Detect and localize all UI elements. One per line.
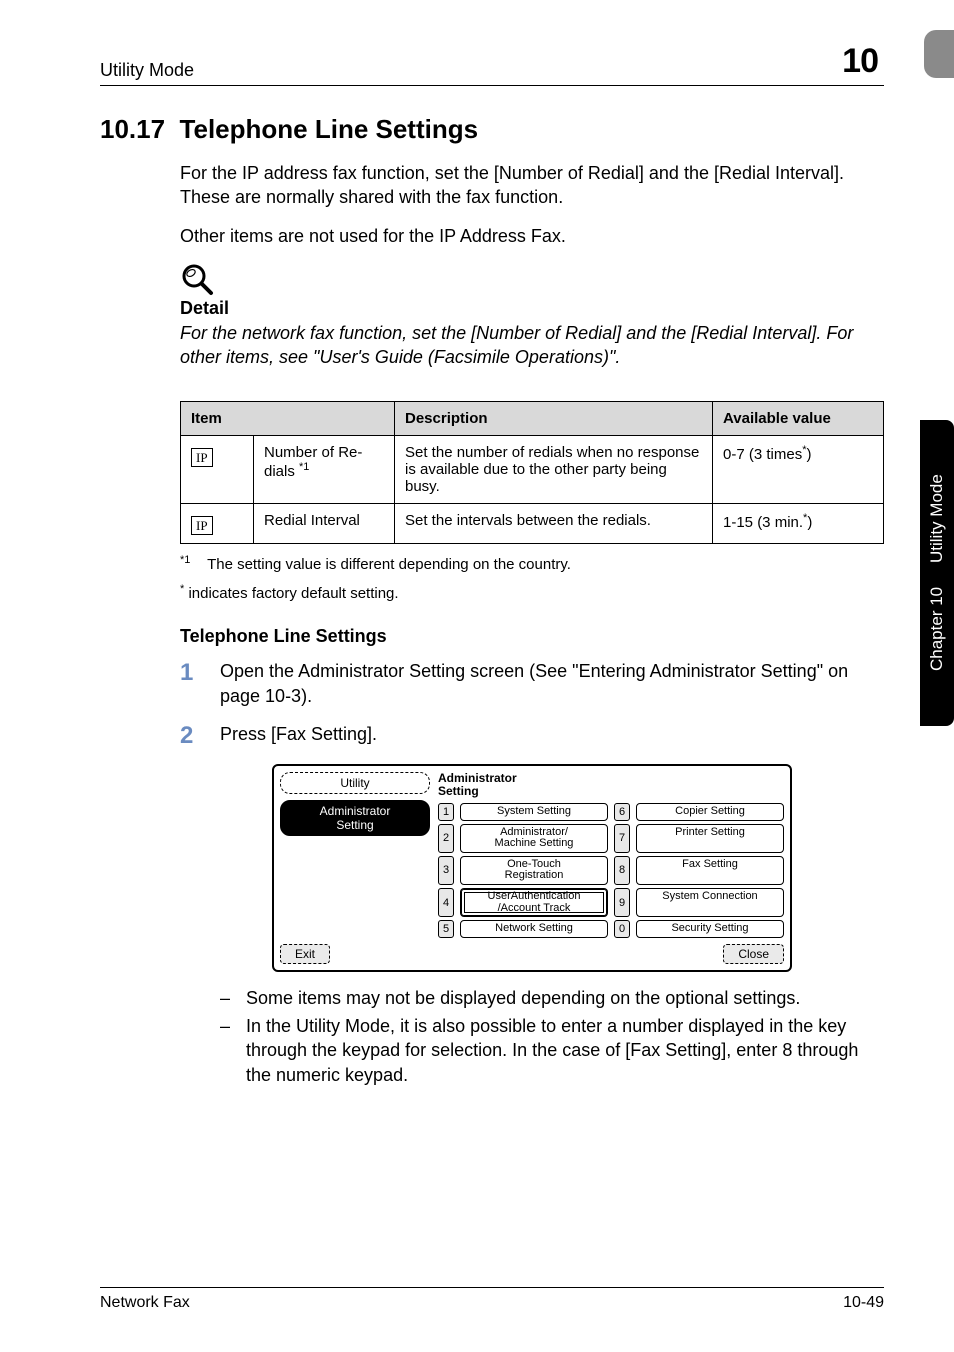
list-text: Some items may not be displayed dependin… [246,986,800,1010]
menu-num-6[interactable]: 6 [614,803,630,821]
copier-setting-button[interactable]: Copier Setting [636,803,784,821]
title-line2: Setting [438,784,479,798]
section-heading: 10.17 Telephone Line Settings [100,114,884,145]
menu-num-5[interactable]: 5 [438,920,454,938]
administrator-setting-tab[interactable]: Administrator Setting [280,800,430,836]
subheading: Telephone Line Settings [180,626,884,647]
fax-setting-button[interactable]: Fax Setting [636,856,784,885]
step-text: Press [Fax Setting]. [220,722,884,750]
close-button[interactable]: Close [723,944,784,964]
magnifier-icon [180,262,884,296]
printer-setting-button[interactable]: Printer Setting [636,824,784,853]
cell-available: 0-7 (3 times*) [713,436,884,504]
menu-num-7[interactable]: 7 [614,824,630,853]
table-row: IP Redial Interval Set the intervals bet… [181,504,884,544]
exit-button[interactable]: Exit [280,944,330,964]
menu-num-2[interactable]: 2 [438,824,454,853]
footnote-1: *1 The setting value is different depend… [180,554,884,573]
footnote-text: The setting value is different depending… [207,556,571,573]
section-body: For the IP address fax function, set the… [180,161,884,369]
ip-badge: IP [191,448,213,467]
admin-setting-screenshot: Utility Administrator Setting Administra… [272,764,792,972]
screenshot-footer: Exit Close [280,944,784,964]
menu-num-0[interactable]: 0 [614,920,630,938]
table-block: Item Description Available value IP Numb… [180,401,884,1086]
step-number: 1 [180,659,220,708]
footer-left: Network Fax [100,1294,190,1312]
cell-description: Set the intervals between the redials. [395,504,713,544]
step-1: 1 Open the Administrator Setting screen … [180,659,884,708]
step-text: Open the Administrator Setting screen (S… [220,659,884,708]
dash-icon: – [220,1014,246,1087]
administrator-machine-setting-button[interactable]: Administrator/Machine Setting [460,824,608,853]
menu-num-8[interactable]: 8 [614,856,630,885]
th-item: Item [181,402,395,436]
footnote-text: indicates factory default setting. [184,585,398,602]
avail-pre: 0-7 (3 times [723,446,802,463]
side-tab: Chapter 10 Utility Mode [920,420,954,726]
ip-badge: IP [191,516,213,535]
cell-ip-badge: IP [181,436,254,504]
settings-table: Item Description Available value IP Numb… [180,401,884,544]
step-2: 2 Press [Fax Setting]. [180,722,884,750]
th-description: Description [395,402,713,436]
screenshot-right-panel: Administrator Setting 1 System Setting 6… [438,772,784,938]
cell-available: 1-15 (3 min.*) [713,504,884,544]
avail-post: ) [807,514,812,531]
cell-description: Set the number of redials when no respon… [395,436,713,504]
paragraph: Other items are not used for the IP Addr… [180,224,884,248]
security-setting-button[interactable]: Security Setting [636,920,784,938]
page: Utility Mode 10 10.17 Telephone Line Set… [0,0,954,1352]
th-available: Available value [713,402,884,436]
detail-text: For the network fax function, set the [N… [180,321,884,370]
utility-pill[interactable]: Utility [280,772,430,794]
list-item: – Some items may not be displayed depend… [220,986,884,1010]
avail-post: ) [806,446,811,463]
cell-ip-badge: IP [181,504,254,544]
page-footer: Network Fax 10-49 [100,1287,884,1312]
side-tab-mode: Utility Mode [927,475,947,564]
one-touch-registration-button[interactable]: One-TouchRegistration [460,856,608,885]
tab-line1: Administrator [320,804,391,818]
side-tab-chapter: Chapter 10 [927,587,947,671]
menu-num-1[interactable]: 1 [438,803,454,821]
panel-title: Administrator Setting [438,772,784,797]
list-item: – In the Utility Mode, it is also possib… [220,1014,884,1087]
detail-label: Detail [180,298,884,319]
chapter-number: 10 [842,42,878,81]
footnote-mark: *1 [299,461,309,473]
running-head-text: Utility Mode [100,60,194,81]
network-setting-button[interactable]: Network Setting [460,920,608,938]
dash-icon: – [220,986,246,1010]
section-number: 10.17 [100,114,165,144]
system-connection-button[interactable]: System Connection [636,888,784,917]
avail-pre: 1-15 (3 min. [723,514,803,531]
list-text: In the Utility Mode, it is also possible… [246,1014,884,1087]
footnote-2: * indicates factory default setting. [180,583,884,602]
running-header: Utility Mode 10 [100,42,884,86]
section-title: Telephone Line Settings [180,114,479,144]
menu-grid: 1 System Setting 6 Copier Setting 2 Admi… [438,803,784,937]
system-setting-button[interactable]: System Setting [460,803,608,821]
menu-num-4[interactable]: 4 [438,888,454,917]
step-number: 2 [180,722,220,750]
item-name-text: Number of Re-dials [264,444,362,480]
paragraph: For the IP address fax function, set the… [180,161,884,210]
cell-item-name: Number of Re-dials *1 [254,436,395,504]
corner-tab [924,30,954,78]
running-head-right: 10 [842,42,884,81]
screenshot-left-panel: Utility Administrator Setting [280,772,430,938]
menu-num-9[interactable]: 9 [614,888,630,917]
cell-item-name: Redial Interval [254,504,395,544]
footnote-mark: *1 [180,554,190,566]
user-authentication-account-track-button[interactable]: UserAuthentication/Account Track [460,888,608,917]
tab-line2: Setting [336,818,373,832]
table-row: IP Number of Re-dials *1 Set the number … [181,436,884,504]
dash-list: – Some items may not be displayed depend… [220,986,884,1087]
footer-page-number: 10-49 [843,1294,884,1312]
menu-num-3[interactable]: 3 [438,856,454,885]
